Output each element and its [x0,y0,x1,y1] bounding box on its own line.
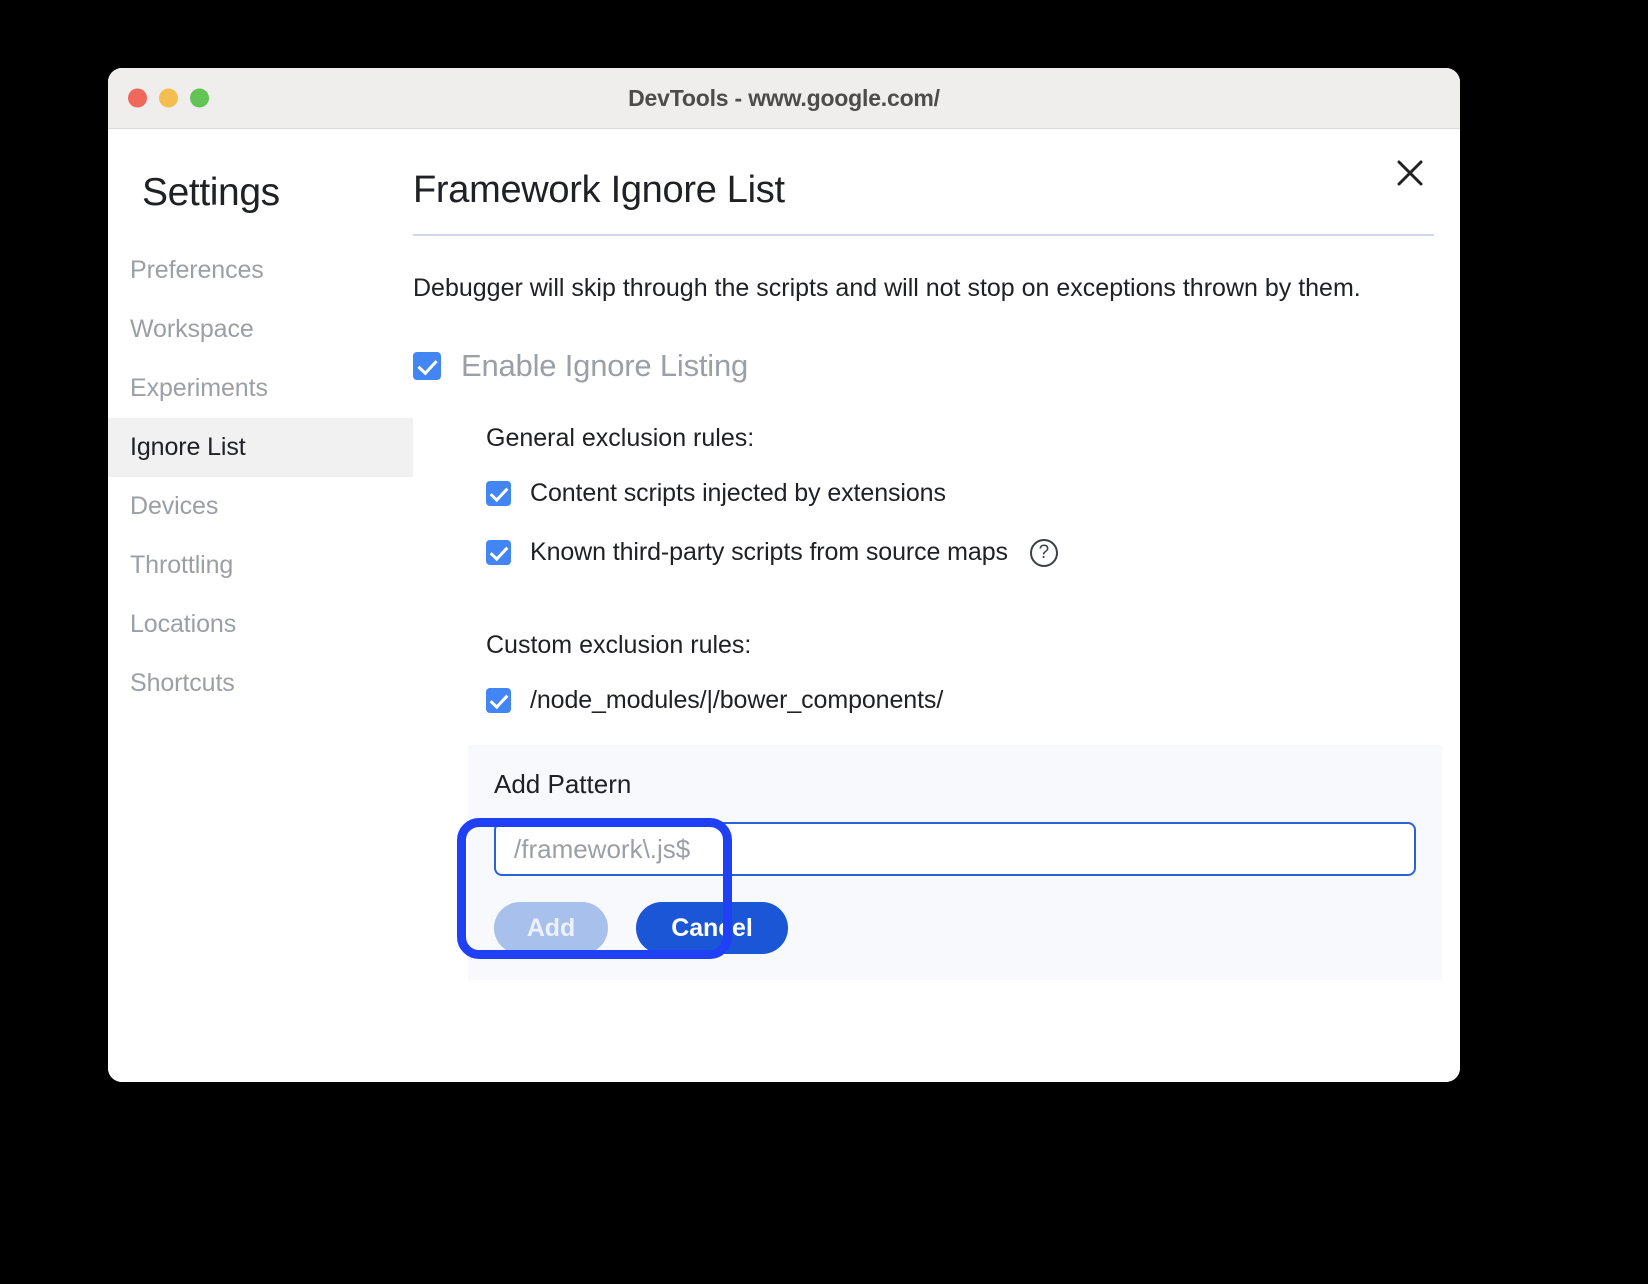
cancel-button[interactable]: Cancel [636,902,788,954]
settings-main-panel: Framework Ignore List Debugger will skip… [413,129,1460,1082]
add-pattern-input[interactable] [494,822,1416,876]
sidebar-item-label: Locations [130,610,236,638]
rules-container: General exclusion rules: Content scripts… [413,424,1434,715]
close-icon[interactable] [1388,151,1432,195]
window-titlebar: DevTools - www.google.com/ [108,68,1460,129]
content-scripts-checkbox[interactable] [486,481,511,506]
sidebar-item-label: Devices [130,492,218,520]
rule-row-third-party-scripts[interactable]: Known third-party scripts from source ma… [486,538,1434,567]
rule-label: /node_modules/|/bower_components/ [530,686,943,715]
window-body: Settings Preferences Workspace Experimen… [108,129,1460,1082]
sidebar-item-preferences[interactable]: Preferences [108,241,413,300]
minimize-window-icon[interactable] [159,89,178,108]
add-pattern-buttons: Add Cancel [494,902,1416,954]
panel-description: Debugger will skip through the scripts a… [413,270,1434,306]
custom-rules-heading: Custom exclusion rules: [486,631,1434,660]
sidebar-item-throttling[interactable]: Throttling [108,536,413,595]
sidebar-item-locations[interactable]: Locations [108,595,413,654]
settings-sidebar: Settings Preferences Workspace Experimen… [108,129,413,1082]
traffic-light-buttons [128,89,209,108]
add-pattern-label: Add Pattern [494,769,1416,800]
sidebar-item-label: Workspace [130,315,254,343]
sidebar-item-label: Shortcuts [130,669,235,697]
sidebar-item-shortcuts[interactable]: Shortcuts [108,654,413,713]
sidebar-item-label: Experiments [130,374,268,402]
rules-spacer [486,597,1434,631]
close-window-icon[interactable] [128,89,147,108]
devtools-settings-window: DevTools - www.google.com/ Settings Pref… [108,68,1460,1082]
sidebar-item-label: Throttling [130,551,233,579]
sidebar-item-ignore-list[interactable]: Ignore List [108,418,413,477]
sidebar-item-label: Ignore List [130,433,246,461]
enable-ignore-listing-checkbox[interactable] [413,352,441,380]
add-pattern-panel: Add Pattern Add Cancel [468,745,1442,980]
add-button[interactable]: Add [494,902,608,954]
sidebar-item-experiments[interactable]: Experiments [108,359,413,418]
node-modules-checkbox[interactable] [486,688,511,713]
sidebar-item-workspace[interactable]: Workspace [108,300,413,359]
page-title: Framework Ignore List [413,169,1434,234]
zoom-window-icon[interactable] [190,89,209,108]
rule-row-node-modules[interactable]: /node_modules/|/bower_components/ [486,686,1434,715]
sidebar-item-devices[interactable]: Devices [108,477,413,536]
rule-label: Content scripts injected by extensions [530,479,946,508]
sidebar-heading: Settings [108,171,413,215]
screen: DevTools - www.google.com/ Settings Pref… [0,0,1648,1284]
third-party-scripts-checkbox[interactable] [486,540,511,565]
rule-label: Known third-party scripts from source ma… [530,538,1008,567]
help-icon[interactable]: ? [1030,539,1058,567]
window-title: DevTools - www.google.com/ [108,85,1460,112]
enable-ignore-listing-label: Enable Ignore Listing [461,348,748,384]
title-divider [413,234,1434,236]
enable-ignore-listing-row[interactable]: Enable Ignore Listing [413,348,1434,384]
rule-row-content-scripts[interactable]: Content scripts injected by extensions [486,479,1434,508]
general-rules-heading: General exclusion rules: [486,424,1434,453]
sidebar-item-label: Preferences [130,256,264,284]
